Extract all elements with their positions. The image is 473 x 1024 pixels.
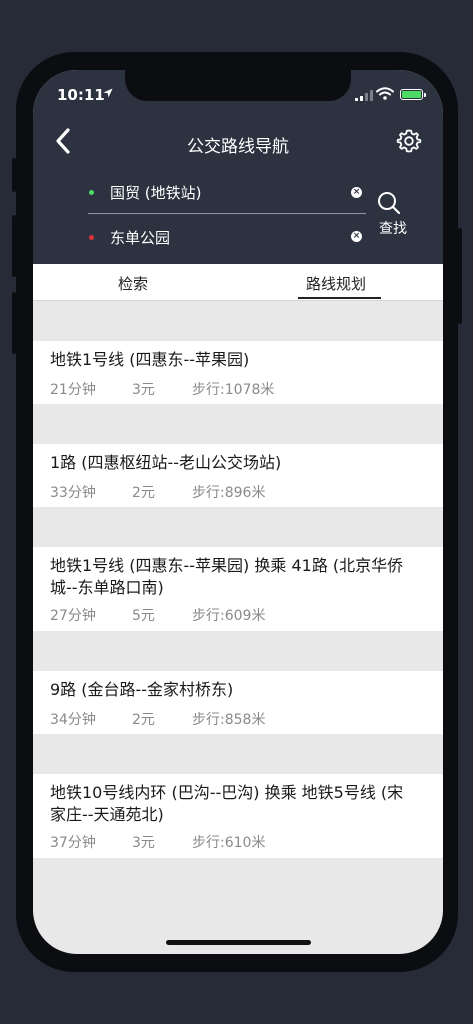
route-fare: 2元 [132,712,155,728]
tab-route-planning[interactable]: 路线规划 [306,273,366,294]
route-name: 地铁1号线 (四惠东--苹果园) [50,350,250,369]
search-button[interactable]: 查找 [373,190,421,240]
origin-input[interactable]: 国贸 (地铁站) [110,182,201,203]
search-button-label: 查找 [379,221,407,237]
route-fare: 2元 [132,485,155,501]
origin-dot-icon [89,190,94,195]
route-item[interactable]: 9路 (金台路--金家村桥东) 34分钟 2元 步行:858米 [33,671,443,734]
active-tab-indicator [298,297,381,299]
route-name: 9路 (金台路--金家村桥东) [50,680,234,699]
destination-input[interactable]: 东单公园 [110,227,170,248]
route-walk: 步行:896米 [192,485,266,501]
route-duration: 37分钟 [50,835,96,851]
home-indicator[interactable] [166,940,311,945]
mute-switch [12,158,16,192]
clear-origin-icon[interactable]: × [351,187,362,198]
route-name: 地铁1号线 (四惠东--苹果园) 换乘 41路 (北京华侨城--东单路口南) [50,556,404,597]
wifi-icon [376,87,394,100]
route-walk: 步行:609米 [192,608,266,624]
route-duration: 33分钟 [50,485,96,501]
clear-destination-icon[interactable]: × [351,231,362,242]
route-walk: 步行:610米 [192,835,266,851]
route-fare: 3元 [132,382,155,398]
route-walk: 步行:858米 [192,712,266,728]
status-time: 10:11 [57,86,105,104]
route-item[interactable]: 1路 (四惠枢纽站--老山公交场站) 33分钟 2元 步行:896米 [33,444,443,507]
volume-down-button [12,292,16,354]
field-divider [88,213,366,214]
route-fare: 5元 [132,608,155,624]
power-button [458,228,462,324]
route-name: 地铁10号线内环 (巴沟--巴沟) 换乘 地铁5号线 (宋家庄--天通苑北) [50,783,404,824]
route-duration: 21分钟 [50,382,96,398]
gear-icon[interactable] [396,128,422,154]
app-screen: 10:11 公交路线导航 国贸 (地铁站) × 东单公园 × 查找 检索 路线规… [33,70,443,954]
tab-bar: 检索 路线规划 [33,264,443,301]
battery-icon [400,89,426,100]
notch [125,70,351,101]
battery-tip [424,93,426,97]
route-item[interactable]: 地铁10号线内环 (巴沟--巴沟) 换乘 地铁5号线 (宋家庄--天通苑北) 3… [33,774,443,858]
route-duration: 34分钟 [50,712,96,728]
route-duration: 27分钟 [50,608,96,624]
route-walk: 步行:1078米 [192,382,275,398]
signal-icon [355,90,373,101]
page-title: 公交路线导航 [187,137,289,157]
route-name: 1路 (四惠枢纽站--老山公交场站) [50,453,282,472]
route-item[interactable]: 地铁1号线 (四惠东--苹果园) 21分钟 3元 步行:1078米 [33,341,443,404]
route-item[interactable]: 地铁1号线 (四惠东--苹果园) 换乘 41路 (北京华侨城--东单路口南) 2… [33,547,443,631]
volume-up-button [12,215,16,277]
destination-dot-icon [89,235,94,240]
search-icon [378,192,401,215]
location-arrow-icon [103,88,113,98]
route-fare: 3元 [132,835,155,851]
battery-level [402,91,421,98]
tab-search[interactable]: 检索 [118,273,148,294]
